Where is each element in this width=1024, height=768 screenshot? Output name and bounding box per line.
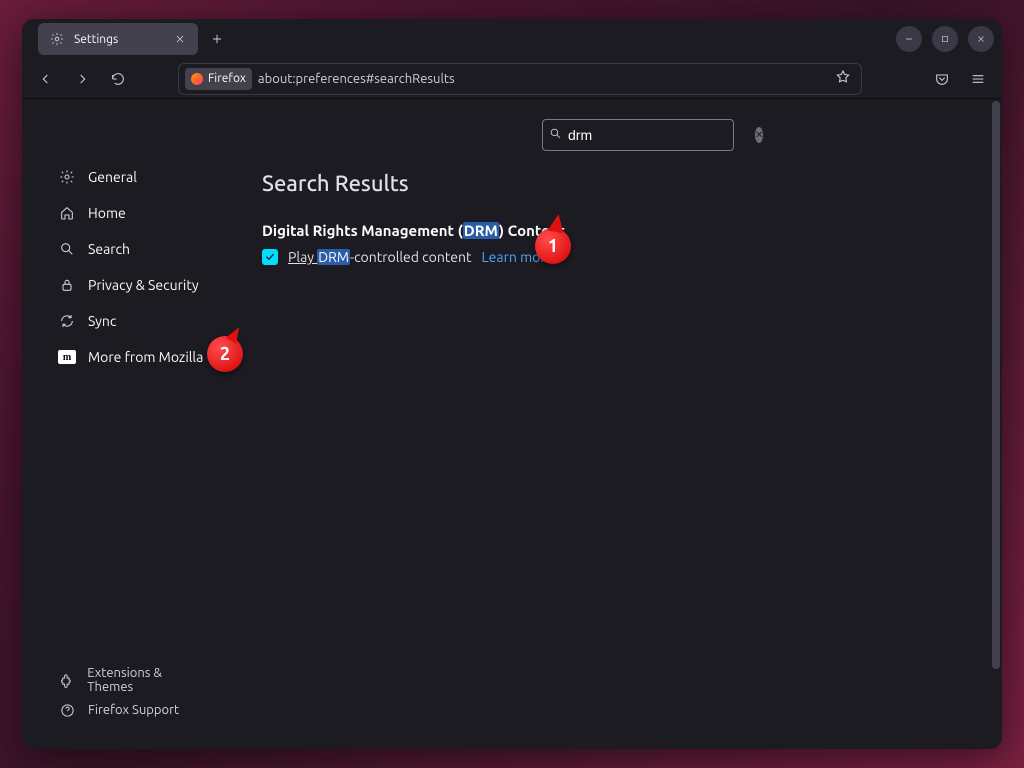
section-title-highlight: DRM (463, 222, 499, 239)
play-drm-checkbox-row: ✓ Play DRM-controlled content Learn more (262, 249, 962, 265)
checkbox-label-suffix: -controlled content (350, 249, 472, 265)
mozilla-icon: m (58, 350, 76, 364)
reload-button[interactable] (102, 63, 134, 95)
preferences-search-input[interactable] (568, 127, 749, 143)
sync-icon (58, 312, 76, 330)
puzzle-icon (58, 671, 75, 689)
tab-close-button[interactable] (172, 31, 188, 47)
app-menu-button[interactable] (962, 63, 994, 95)
sidebar-item-label: Firefox Support (88, 703, 179, 717)
url-bar[interactable]: Firefox about:preferences#searchResults (178, 63, 862, 95)
maximize-button[interactable] (932, 26, 958, 52)
gear-icon (48, 30, 66, 48)
gear-icon (58, 168, 76, 186)
checkbox-label-prefix: Play (288, 249, 317, 265)
sidebar-item-label: Extensions & Themes (87, 666, 206, 694)
content-area: General Home Search Privacy & Security (22, 99, 1002, 749)
sidebar-item-search[interactable]: Search (22, 231, 222, 267)
browser-window: Settings (22, 19, 1002, 749)
pocket-button[interactable] (926, 63, 958, 95)
firefox-logo-icon (191, 73, 203, 85)
sidebar-item-general[interactable]: General (22, 159, 222, 195)
sidebar-item-sync[interactable]: Sync (22, 303, 222, 339)
drm-section-title: Digital Rights Management (DRM) Content (262, 222, 962, 239)
preferences-search-box[interactable]: ✕ (542, 119, 734, 151)
checkbox-label-highlight: DRM (317, 249, 350, 265)
search-icon (58, 240, 76, 258)
sidebar-item-home[interactable]: Home (22, 195, 222, 231)
sidebar-item-label: Home (88, 205, 126, 221)
play-drm-label: Play DRM-controlled content (288, 249, 472, 265)
new-tab-button[interactable] (202, 24, 232, 54)
sidebar-item-extensions[interactable]: Extensions & Themes (22, 665, 222, 695)
badge-text: Firefox (208, 72, 246, 85)
tab-title: Settings (74, 33, 118, 46)
back-button[interactable] (30, 63, 62, 95)
toolbar: Firefox about:preferences#searchResults (22, 59, 1002, 99)
page-heading: Search Results (262, 171, 962, 196)
sidebar-item-label: General (88, 169, 137, 185)
tab-bar: Settings (22, 19, 1002, 59)
question-icon (58, 701, 76, 719)
sidebar-item-more-mozilla[interactable]: m More from Mozilla (22, 339, 222, 375)
tab-settings[interactable]: Settings (38, 23, 198, 55)
sidebar-item-support[interactable]: Firefox Support (22, 695, 222, 725)
sidebar-footer: Extensions & Themes Firefox Support (22, 665, 222, 749)
settings-sidebar: General Home Search Privacy & Security (22, 99, 222, 749)
firefox-badge: Firefox (185, 68, 252, 90)
bookmark-star-icon[interactable] (831, 65, 855, 93)
annotation-callout-1: 1 (535, 228, 571, 264)
window-controls (896, 26, 994, 52)
sidebar-item-label: Search (88, 241, 130, 257)
sidebar-item-label: Privacy & Security (88, 277, 199, 293)
search-icon (549, 126, 562, 144)
annotation-callout-2: 2 (207, 336, 243, 372)
main-pane: ✕ Search Results Digital Rights Manageme… (222, 99, 1002, 749)
minimize-button[interactable] (896, 26, 922, 52)
section-title-prefix: Digital Rights Management ( (262, 222, 463, 239)
search-clear-button[interactable]: ✕ (755, 127, 763, 143)
play-drm-checkbox[interactable]: ✓ (262, 249, 278, 265)
lock-icon (58, 276, 76, 294)
close-window-button[interactable] (968, 26, 994, 52)
sidebar-item-privacy[interactable]: Privacy & Security (22, 267, 222, 303)
forward-button[interactable] (66, 63, 98, 95)
home-icon (58, 204, 76, 222)
url-text: about:preferences#searchResults (258, 72, 825, 86)
sidebar-item-label: More from Mozilla (88, 349, 203, 365)
sidebar-item-label: Sync (88, 313, 116, 329)
